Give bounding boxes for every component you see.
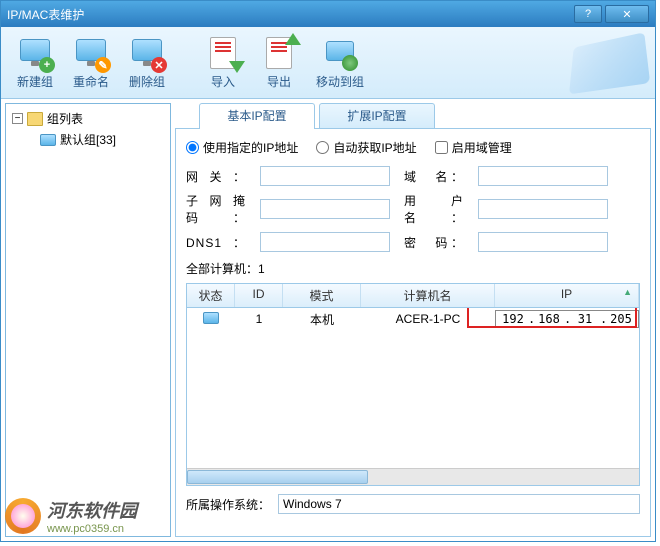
help-button[interactable]: ?	[574, 5, 602, 23]
col-status[interactable]: 状态	[187, 284, 235, 307]
tree-item-label: 默认组[33]	[60, 131, 116, 148]
rename-label: 重命名	[65, 73, 117, 90]
gateway-input[interactable]	[260, 166, 390, 186]
export-button[interactable]: 导出	[253, 35, 305, 90]
monitor-icon	[40, 134, 56, 146]
domain-input[interactable]	[478, 166, 608, 186]
col-id[interactable]: ID	[235, 284, 283, 307]
tabs: 基本IP配置 扩展IP配置	[199, 103, 651, 129]
os-label: 所属操作系统：	[186, 496, 270, 513]
dns1-input[interactable]	[260, 232, 390, 252]
grid-header: 状态 ID 模式 计算机名 IP▲	[187, 284, 639, 308]
computer-grid: 状态 ID 模式 计算机名 IP▲ 1 本机 ACER-1-PC	[186, 283, 640, 486]
delete-group-label: 删除组	[121, 73, 173, 90]
cell-mode: 本机	[283, 311, 361, 328]
new-group-label: 新建组	[9, 73, 61, 90]
titlebar: IP/MAC表维护 ? ✕	[1, 1, 655, 27]
tab-extended-ip[interactable]: 扩展IP配置	[319, 103, 435, 129]
radio-auto-obtain[interactable]: 自动获取IP地址	[316, 139, 416, 156]
dns1-label: DNS1：	[186, 234, 246, 251]
os-input[interactable]	[278, 494, 640, 514]
rename-button[interactable]: ✎ 重命名	[65, 35, 117, 90]
move-to-group-button[interactable]: 移动到组	[309, 35, 371, 90]
tab-panel: 使用指定的IP地址 自动获取IP地址 启用域管理 网关： 域 名： 子网掩码： …	[175, 128, 651, 537]
delete-group-button[interactable]: ✕ 删除组	[121, 35, 173, 90]
subnet-label: 子网掩码：	[186, 192, 246, 226]
new-group-button[interactable]: + 新建组	[9, 35, 61, 90]
export-label: 导出	[253, 73, 305, 90]
ip-editor[interactable]: 192. 168. 31. 205	[495, 310, 639, 328]
close-button[interactable]: ✕	[605, 5, 649, 23]
horizontal-scrollbar[interactable]	[187, 468, 639, 485]
collapse-icon[interactable]: −	[12, 113, 23, 124]
domain-label: 域 名：	[404, 168, 464, 185]
import-button[interactable]: 导入	[197, 35, 249, 90]
tree-item-default[interactable]: 默认组[33]	[40, 131, 164, 148]
toolbar: + 新建组 ✎ 重命名 ✕ 删除组 导入 导出 移动到组	[1, 27, 655, 99]
grid-body[interactable]: 1 本机 ACER-1-PC 192. 168. 31. 205	[187, 308, 639, 468]
user-label: 用 户 名：	[404, 192, 464, 226]
table-row[interactable]: 1 本机 ACER-1-PC 192. 168. 31. 205	[187, 308, 639, 330]
import-label: 导入	[197, 73, 249, 90]
scrollbar-thumb[interactable]	[187, 470, 368, 484]
tree-root-label: 组列表	[47, 110, 83, 127]
col-ip[interactable]: IP▲	[495, 284, 639, 307]
tree-root[interactable]: − 组列表	[12, 110, 164, 127]
folder-icon	[27, 112, 43, 126]
status-icon	[203, 312, 219, 324]
cell-id: 1	[235, 312, 283, 326]
sidebar: − 组列表 默认组[33]	[5, 103, 171, 537]
tab-basic-ip[interactable]: 基本IP配置	[199, 103, 315, 129]
computer-count: 全部计算机：1	[186, 260, 640, 277]
sort-icon: ▲	[623, 287, 632, 297]
gateway-label: 网关：	[186, 168, 246, 185]
col-name[interactable]: 计算机名	[361, 284, 495, 307]
col-mode[interactable]: 模式	[283, 284, 361, 307]
cell-name: ACER-1-PC	[361, 312, 495, 326]
radio-use-specified[interactable]: 使用指定的IP地址	[186, 139, 298, 156]
password-label: 密 码：	[404, 234, 464, 251]
toolbar-decor-icon	[569, 32, 650, 94]
checkbox-enable-domain[interactable]: 启用域管理	[435, 139, 512, 156]
subnet-input[interactable]	[260, 199, 390, 219]
move-to-group-label: 移动到组	[309, 73, 371, 90]
password-input[interactable]	[478, 232, 608, 252]
user-input[interactable]	[478, 199, 608, 219]
window-title: IP/MAC表维护	[7, 6, 571, 23]
cell-ip[interactable]: 192. 168. 31. 205	[495, 310, 639, 328]
